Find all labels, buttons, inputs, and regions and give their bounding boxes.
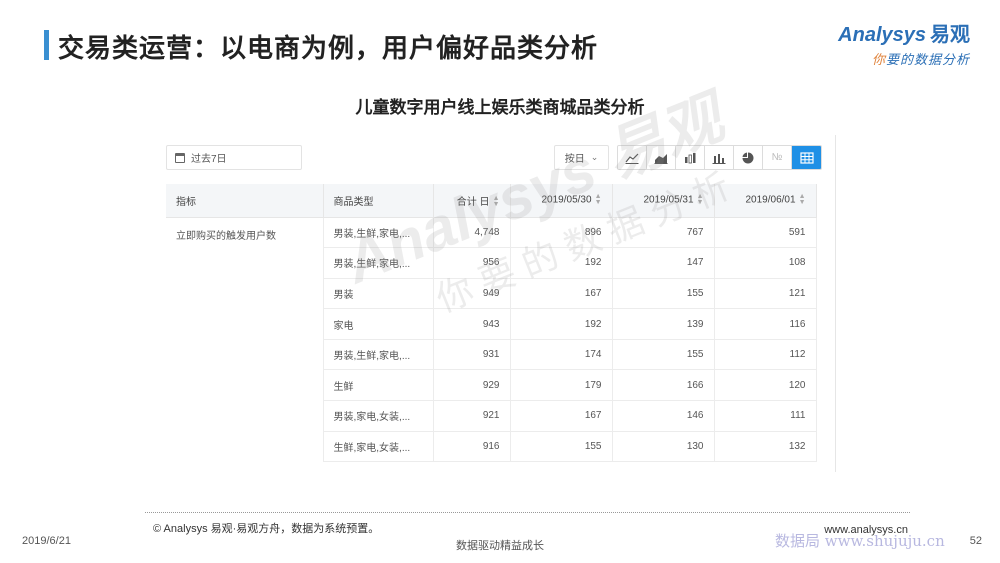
page-number: 52: [969, 535, 982, 547]
date-2-cell: 130: [612, 431, 715, 463]
date-1-cell: 174: [510, 339, 613, 371]
sort-icon[interactable]: ▲ ▼: [799, 193, 806, 206]
table-row: 立即购买的触发用户数 男装,生鲜,家电,... 4,748 896 767 591: [166, 217, 817, 462]
brand-name: Analysys: [838, 24, 926, 46]
source-note: © Analysys 易观·易观方舟，数据为系统预置。: [153, 523, 380, 535]
total-cell: 931: [433, 339, 511, 371]
date-3-cell: 121: [714, 278, 817, 310]
calendar-icon: [175, 152, 185, 163]
category-cell: 生鲜,家电,女装,...: [323, 431, 434, 463]
category-cell: 男装,家电,女装,...: [323, 400, 434, 432]
pie-chart-button[interactable]: [734, 146, 763, 169]
date-3-cell: 112: [714, 339, 817, 371]
slide-title: 交易类运营：以电商为例，用户偏好品类分析: [58, 33, 599, 63]
area-chart-button[interactable]: [647, 146, 676, 169]
title-accent-bar: [44, 30, 49, 60]
bar-chart-button[interactable]: [705, 146, 734, 169]
header-date-1-label: 2019/05/30: [541, 194, 592, 206]
category-cell: 男装,生鲜,家电,...: [323, 217, 434, 249]
brand-tagline-lead: 你: [871, 52, 886, 67]
sort-icon[interactable]: ▲ ▼: [697, 193, 704, 206]
date-1-cell: 155: [510, 431, 613, 463]
table-icon: [799, 151, 814, 164]
chevron-down-icon: ⌄: [590, 152, 599, 162]
site-watermark: 数据局 www.shujuju.cn: [775, 532, 945, 550]
bar-chart-icon: [712, 153, 726, 164]
brand-name-cn: 易观: [930, 24, 970, 46]
date-1-cell: 167: [510, 278, 613, 310]
stacked-bar-icon: [685, 152, 696, 163]
line-chart-icon: [625, 153, 639, 164]
header-total-label: 合计 日: [456, 196, 490, 208]
total-cell: 916: [433, 431, 511, 463]
date-1-cell: 167: [510, 400, 613, 432]
header-metric: 指标: [166, 184, 324, 218]
category-cell: 男装: [323, 278, 434, 310]
brand-tagline: 要的数据分析: [885, 52, 970, 67]
footer-divider: [145, 512, 910, 513]
date-range-label: 过去7日: [191, 154, 227, 165]
pie-chart-icon: [742, 152, 754, 163]
date-3-cell: 132: [714, 431, 817, 463]
header-date-1[interactable]: 2019/05/30 ▲ ▼: [510, 184, 613, 218]
table-view-button[interactable]: [792, 146, 821, 169]
chart-type-toolbar: №: [617, 145, 822, 170]
brand-logo: Analysys 易观 你要的数据分析: [838, 18, 970, 68]
header-date-3-label: 2019/06/01: [745, 194, 796, 206]
category-cell: 男装,生鲜,家电,...: [323, 339, 434, 371]
chart-title: 儿童数字用户线上娱乐类商城品类分析: [355, 98, 645, 117]
date-1-cell: 192: [510, 247, 613, 279]
date-1-cell: 192: [510, 308, 613, 340]
granularity-select[interactable]: 按日 ⌄: [554, 145, 609, 170]
sort-icon[interactable]: ▲ ▼: [595, 193, 602, 206]
total-cell: 921: [433, 400, 511, 432]
data-table: 指标 商品类型 合计 日 ▲ ▼ 2019/05/30 ▲ ▼ 2019/05/31 ▲ ▼…: [166, 184, 817, 463]
sort-icon[interactable]: ▲ ▼: [493, 195, 500, 208]
date-3-cell: 120: [714, 369, 817, 402]
date-3-cell: 111: [714, 400, 817, 432]
header-category: 商品类型: [323, 184, 434, 218]
category-cell: 男装,生鲜,家电,...: [323, 247, 434, 279]
date-1-cell: 896: [510, 217, 613, 249]
date-3-cell: 108: [714, 247, 817, 279]
total-cell: 4,748: [433, 217, 511, 249]
date-3-cell: 591: [714, 217, 817, 249]
date-1-cell: 179: [510, 369, 613, 402]
total-cell: 956: [433, 247, 511, 279]
date-2-cell: 767: [612, 217, 715, 249]
analytics-panel: 过去7日 按日 ⌄ № 指标 商品类型 合计 日 ▲ ▼ 2019/05/30 …: [166, 135, 836, 472]
category-cell: 家电: [323, 308, 434, 340]
date-2-cell: 155: [612, 339, 715, 371]
date-2-cell: 146: [612, 400, 715, 432]
header-date-3[interactable]: 2019/06/01 ▲ ▼: [714, 184, 817, 218]
total-cell: 949: [433, 278, 511, 310]
date-2-cell: 139: [612, 308, 715, 340]
date-3-cell: 116: [714, 308, 817, 340]
date-2-cell: 147: [612, 247, 715, 279]
area-chart-icon: [654, 153, 668, 164]
date-range-picker[interactable]: 过去7日: [166, 145, 302, 170]
header-date-2[interactable]: 2019/05/31 ▲ ▼: [612, 184, 715, 218]
header-date-2-label: 2019/05/31: [643, 194, 694, 206]
metric-cell: 立即购买的触发用户数: [166, 217, 324, 462]
table-header-row: 指标 商品类型 合计 日 ▲ ▼ 2019/05/30 ▲ ▼ 2019/05/31 ▲ ▼…: [166, 184, 817, 218]
total-cell: 929: [433, 369, 511, 402]
total-cell: 943: [433, 308, 511, 340]
header-total[interactable]: 合计 日 ▲ ▼: [433, 184, 511, 218]
number-icon: №: [771, 152, 783, 163]
number-button[interactable]: №: [763, 146, 792, 169]
date-2-cell: 166: [612, 369, 715, 402]
stacked-bar-button[interactable]: [676, 146, 705, 169]
granularity-label: 按日: [564, 154, 585, 165]
date-2-cell: 155: [612, 278, 715, 310]
category-cell: 生鲜: [323, 369, 434, 402]
line-chart-button[interactable]: [618, 146, 647, 169]
